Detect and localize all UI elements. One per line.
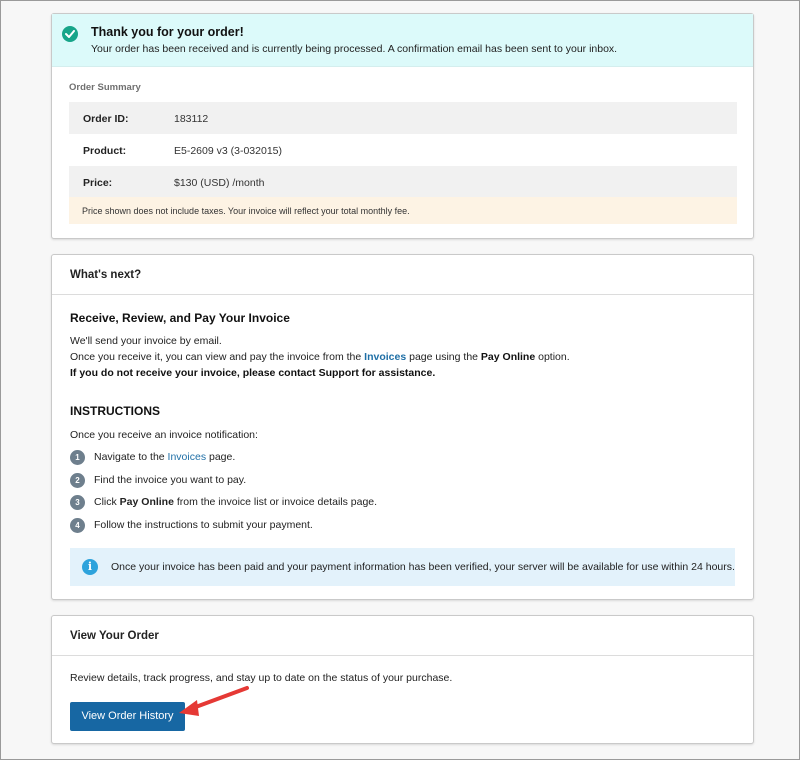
- whats-next-title: What's next?: [70, 269, 142, 281]
- invoices-link[interactable]: Invoices: [364, 351, 406, 363]
- step-number-badge: 4: [70, 518, 85, 533]
- info-icon: i: [82, 559, 98, 575]
- order-summary-label: Order Summary: [69, 82, 141, 93]
- check-circle-icon: [62, 26, 78, 42]
- pay-online-text: Pay Online: [119, 496, 174, 508]
- text-segment: option.: [535, 351, 570, 363]
- instructions-title: INSTRUCTIONS: [70, 404, 160, 418]
- pay-online-text: Pay Online: [480, 351, 536, 363]
- text-segment: page.: [206, 451, 236, 463]
- invoice-line-2: Once you receive it, you can view and pa…: [70, 351, 570, 363]
- view-order-history-button[interactable]: View Order History: [70, 702, 185, 731]
- invoice-line-3: If you do not receive your invoice, plea…: [70, 367, 436, 379]
- invoices-link[interactable]: Invoices: [168, 451, 207, 463]
- summary-value: E5-2609 v3 (3-032015): [174, 145, 282, 157]
- step-text: Navigate to the Invoices page.: [94, 451, 235, 463]
- whats-next-card: What's next? Receive, Review, and Pay Yo…: [51, 254, 754, 600]
- view-order-description: Review details, track progress, and stay…: [70, 672, 453, 684]
- annotation-arrow-icon: [179, 686, 249, 716]
- page-frame: Thank you for your order! Your order has…: [0, 0, 800, 760]
- order-confirmation-card: Thank you for your order! Your order has…: [51, 13, 754, 239]
- summary-value: $130 (USD) /month: [174, 177, 265, 189]
- step-text: Find the invoice you want to pay.: [94, 474, 247, 486]
- summary-value: 183112: [174, 113, 209, 125]
- text-segment: Once you receive it, you can view and pa…: [70, 351, 365, 363]
- step-text: Click Pay Online from the invoice list o…: [94, 496, 377, 508]
- summary-row-order-id: Order ID: 183112: [69, 102, 737, 134]
- info-callout: i Once your invoice has been paid and yo…: [70, 548, 735, 586]
- view-order-title: View Your Order: [70, 630, 159, 642]
- card-header: What's next?: [52, 255, 753, 295]
- step-number-badge: 1: [70, 450, 85, 465]
- success-message: Your order has been received and is curr…: [91, 43, 618, 55]
- card-header: View Your Order: [52, 616, 753, 656]
- step-text: Follow the instructions to submit your p…: [94, 519, 313, 531]
- info-text: Once your invoice has been paid and your…: [111, 561, 735, 573]
- instructions-intro: Once you receive an invoice notification…: [70, 429, 258, 441]
- view-order-card: View Your Order Review details, track pr…: [51, 615, 754, 744]
- summary-label: Order ID:: [83, 113, 129, 125]
- text-segment: from the invoice list or invoice details…: [173, 496, 378, 508]
- text-segment: Click: [94, 496, 120, 508]
- invoice-section-title: Receive, Review, and Pay Your Invoice: [70, 311, 290, 325]
- summary-label: Price:: [83, 177, 113, 189]
- summary-row-product: Product: E5-2609 v3 (3-032015): [69, 134, 737, 166]
- text-segment: page using the: [406, 351, 481, 363]
- step-number-badge: 3: [70, 495, 85, 510]
- invoice-line-1: We'll send your invoice by email.: [70, 335, 222, 347]
- summary-row-price: Price: $130 (USD) /month: [69, 166, 737, 198]
- success-banner: Thank you for your order! Your order has…: [52, 14, 753, 67]
- summary-label: Product:: [83, 145, 127, 157]
- tax-note: Price shown does not include taxes. Your…: [69, 197, 737, 224]
- step-number-badge: 2: [70, 473, 85, 488]
- success-title: Thank you for your order!: [91, 25, 244, 39]
- text-segment: Navigate to the: [94, 451, 168, 463]
